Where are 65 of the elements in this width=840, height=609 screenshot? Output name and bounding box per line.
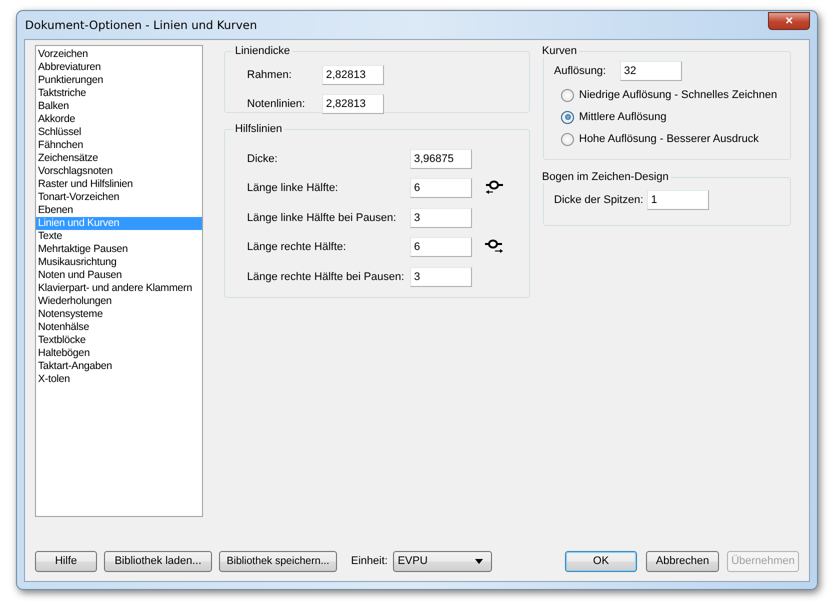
category-item[interactable]: Texte [36, 230, 202, 243]
window-title: Dokument-Optionen - Linien und Kurven [25, 18, 258, 32]
dialog-button[interactable]: Abbrechen [646, 550, 719, 572]
field-label: Länge rechte Hälfte bei Pausen: [247, 270, 406, 283]
category-item[interactable]: Taktart-Angaben [36, 360, 202, 373]
category-item[interactable]: Vorzeichen [36, 48, 202, 61]
dialog-button[interactable]: OK [565, 550, 637, 572]
category-item[interactable]: Noten und Pausen [36, 269, 202, 282]
field-label: Rahmen: [247, 68, 293, 81]
input-field[interactable]: 3,96875 [410, 148, 472, 169]
category-item[interactable]: Haltebögen [36, 347, 202, 360]
ledger-line-right-icon [484, 239, 504, 256]
category-item[interactable]: Fähnchen [36, 139, 202, 152]
category-item[interactable]: Textblöcke [36, 334, 202, 347]
dialog-button[interactable]: Bibliothek laden... [104, 550, 212, 572]
input-field[interactable]: 2,82813 [322, 94, 384, 114]
category-item[interactable]: Mehrtaktige Pausen [36, 243, 202, 256]
category-item[interactable]: Wiederholungen [36, 295, 202, 308]
unit-dropdown[interactable]: EVPU [392, 550, 492, 572]
category-item[interactable]: Zeichensätze [36, 152, 202, 165]
category-item[interactable]: Schlüssel [36, 126, 202, 139]
input-field[interactable]: 6 [410, 178, 472, 198]
input-field[interactable]: 2,82813 [322, 64, 384, 85]
group-title: Liniendicke [234, 45, 292, 57]
dialog-button[interactable]: Bibliothek speichern... [219, 550, 337, 572]
category-item[interactable]: Musikausrichtung [36, 256, 202, 269]
group-title: Bogen im Zeichen-Design [541, 171, 670, 183]
input-field[interactable]: 32 [620, 61, 682, 81]
dialog-button[interactable]: Hilfe [35, 550, 97, 572]
group-title: Kurven [541, 45, 578, 57]
radio-label: Hohe Auflösung - Besserer Ausdruck [579, 133, 759, 145]
input-field[interactable]: 3 [410, 266, 472, 287]
radio-button[interactable] [561, 110, 574, 124]
category-item[interactable]: Taktstriche [36, 87, 202, 100]
category-item[interactable]: Balken [36, 100, 202, 113]
close-button[interactable]: ✕ [768, 12, 810, 30]
category-item[interactable]: Tonart-Vorzeichen [36, 191, 202, 204]
group-title: Hilfslinien [234, 123, 284, 135]
category-item[interactable]: Punktierungen [36, 74, 202, 87]
dropdown-arrow-icon [474, 558, 483, 564]
ledger-line-left-icon [484, 180, 504, 196]
radio-button[interactable] [561, 88, 574, 102]
category-item[interactable]: Akkorde [36, 113, 202, 126]
category-item[interactable]: Notenhälse [36, 321, 202, 334]
category-item[interactable]: Klavierpart- und andere Klammern [36, 282, 202, 295]
category-item[interactable]: Raster und Hilfslinien [36, 178, 202, 191]
input-field[interactable]: 6 [410, 237, 472, 258]
field-label: Länge linke Hälfte: [247, 182, 340, 194]
category-item[interactable]: Ebenen [36, 204, 202, 217]
input-field[interactable]: 1 [647, 190, 709, 210]
input-field[interactable]: 3 [410, 208, 472, 228]
field-label: Länge rechte Hälfte: [247, 241, 348, 254]
category-item[interactable]: X-tolen [36, 373, 202, 386]
field-label: Dicke: [247, 152, 279, 165]
radio-button[interactable] [561, 132, 574, 146]
radio-label: Mittlere Auflösung [579, 111, 666, 123]
category-item[interactable]: Vorschlagsnoten [36, 165, 202, 178]
category-item[interactable]: Abbreviaturen [36, 61, 202, 74]
unit-label: Einheit: [351, 555, 388, 567]
field-label: Notenlinien: [247, 98, 306, 110]
field-label: Dicke der Spitzen: [554, 194, 644, 206]
radio-label: Niedrige Auflösung - Schnelles Zeichnen [579, 89, 778, 101]
field-label: Länge linke Hälfte bei Pausen: [247, 212, 398, 224]
category-item[interactable]: Notensysteme [36, 308, 202, 321]
field-label: Auflösung: [554, 65, 607, 77]
